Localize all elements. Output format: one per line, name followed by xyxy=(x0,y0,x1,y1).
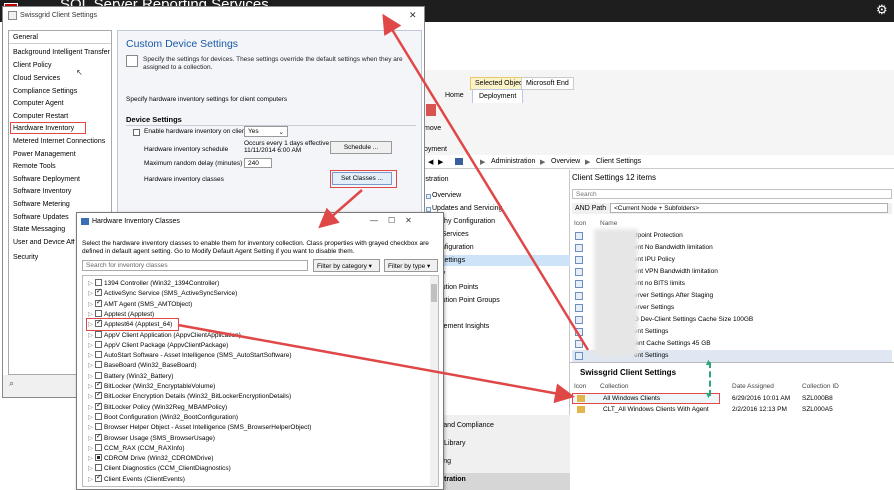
arrow-to-classes xyxy=(318,189,363,229)
annotation-arrows xyxy=(177,13,590,404)
arrow-to-dialog xyxy=(382,13,590,351)
arrow-to-collection xyxy=(177,323,575,404)
